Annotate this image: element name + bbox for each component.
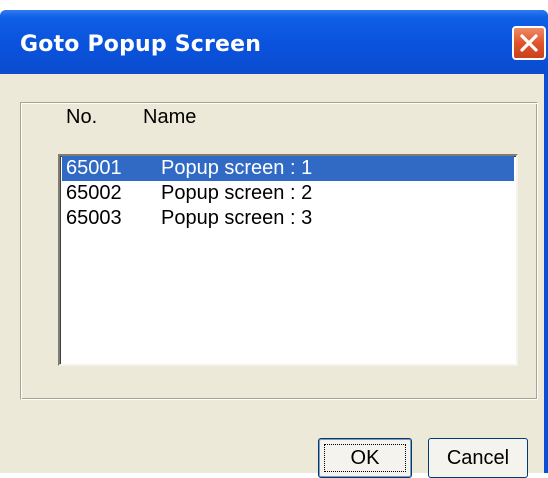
column-header-no: No. [66, 106, 98, 128]
close-x-icon [520, 34, 538, 52]
list-item[interactable]: 65002 Popup screen : 2 [62, 181, 514, 206]
list-item-name: Popup screen : 3 [161, 207, 313, 229]
goto-popup-screen-dialog: Goto Popup Screen No. Name 65001 Popup s… [0, 10, 548, 478]
cancel-button-label: Cancel [446, 446, 510, 469]
column-header-name: Name [143, 106, 197, 128]
list-item-number: 65001 [66, 157, 122, 179]
list-item-number: 65002 [66, 182, 122, 204]
ok-button[interactable]: OK [318, 438, 412, 478]
focus-rectangle [324, 444, 406, 472]
list-item-name: Popup screen : 2 [161, 182, 313, 204]
popup-screen-list[interactable]: 65001 Popup screen : 1 65002 Popup scree… [58, 154, 518, 366]
list-item-name: Popup screen : 1 [161, 157, 313, 179]
list-item-number: 65003 [66, 207, 122, 229]
dialog-body: No. Name 65001 Popup screen : 1 65002 Po… [0, 74, 544, 478]
cancel-button[interactable]: Cancel [428, 438, 528, 478]
title-bar[interactable]: Goto Popup Screen [0, 10, 548, 74]
list-item[interactable]: 65003 Popup screen : 3 [62, 206, 514, 231]
window-title: Goto Popup Screen [20, 32, 262, 57]
close-button[interactable] [512, 26, 546, 60]
list-item[interactable]: 65001 Popup screen : 1 [62, 156, 514, 181]
